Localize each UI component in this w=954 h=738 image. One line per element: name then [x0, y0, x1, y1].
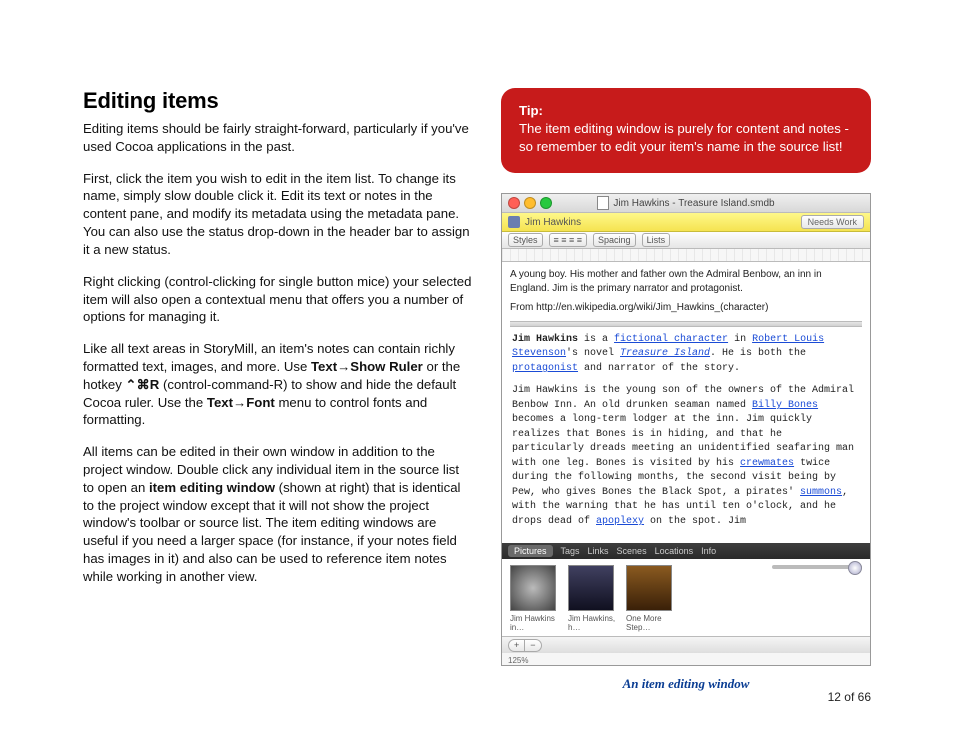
thumbnail-3[interactable]: One More Step… [626, 565, 674, 632]
add-button[interactable]: + [508, 639, 525, 652]
link-protagonist[interactable]: protagonist [512, 363, 578, 374]
thumbnail-zoom-slider[interactable] [772, 565, 862, 569]
content-area: A young boy. His mother and father own t… [502, 262, 870, 543]
paragraph-2: First, click the item you wish to edit i… [83, 170, 473, 259]
minimize-icon[interactable] [524, 197, 536, 209]
paragraph-3: Right clicking (control-clicking for sin… [83, 273, 473, 326]
paragraph-1: Editing items should be fairly straight-… [83, 120, 473, 156]
document-icon [597, 196, 609, 210]
character-icon [508, 216, 520, 228]
tab-locations[interactable]: Locations [655, 546, 694, 556]
add-remove-buttons: + − [508, 639, 542, 652]
notes-upper[interactable]: A young boy. His mother and father own t… [510, 268, 862, 321]
tab-pictures[interactable]: Pictures [508, 545, 553, 557]
tab-info[interactable]: Info [701, 546, 716, 556]
tab-tags[interactable]: Tags [561, 546, 580, 556]
text-ruler[interactable] [502, 249, 870, 262]
close-icon[interactable] [508, 197, 520, 209]
page-title: Editing items [83, 88, 473, 114]
zoom-level[interactable]: 125% [508, 656, 870, 665]
thumbnail-2[interactable]: Jim Hawkins, h… [568, 565, 616, 632]
spacing-control[interactable]: Spacing [593, 233, 636, 247]
zoom-icon[interactable] [540, 197, 552, 209]
thumbnail-1[interactable]: Jim Hawkins in… [510, 565, 558, 632]
right-column: Tip: The item editing window is purely f… [501, 88, 871, 692]
link-fictional-character[interactable]: fictional character [614, 334, 728, 345]
metadata-tabs: Pictures Tags Links Scenes Locations Inf… [502, 543, 870, 559]
notes-lower[interactable]: Jim Hawkins is a fictional character in … [510, 327, 862, 536]
image-icon [568, 565, 614, 611]
picture-thumbnails: Jim Hawkins in… Jim Hawkins, h… One More… [502, 559, 870, 636]
tip-title: Tip: [519, 102, 853, 120]
remove-button[interactable]: − [525, 639, 541, 652]
figure-caption: An item editing window [501, 676, 871, 692]
link-summons[interactable]: summons [800, 487, 842, 498]
link-apoplexy[interactable]: apoplexy [596, 516, 644, 527]
image-icon [626, 565, 672, 611]
page-number: 12 of 66 [828, 690, 871, 704]
link-treasure-island[interactable]: Treasure Island [620, 348, 710, 359]
paragraph-4: Like all text areas in StoryMill, an ite… [83, 340, 473, 429]
left-column: Editing items Editing items should be fa… [83, 88, 473, 692]
tab-links[interactable]: Links [588, 546, 609, 556]
formatting-toolbar: Styles ≡ ≡ ≡ ≡ Spacing Lists [502, 232, 870, 249]
lists-control[interactable]: Lists [642, 233, 671, 247]
status-dropdown[interactable]: Needs Work [801, 215, 864, 229]
paragraph-5: All items can be edited in their own win… [83, 443, 473, 586]
alignment-control[interactable]: ≡ ≡ ≡ ≡ [549, 233, 588, 247]
image-icon [510, 565, 556, 611]
item-editing-window-screenshot: Jim Hawkins - Treasure Island.smdb Jim H… [501, 193, 871, 666]
window-titlebar: Jim Hawkins - Treasure Island.smdb [502, 194, 870, 213]
window-traffic-lights [508, 197, 552, 209]
bottom-bar: + − [502, 636, 870, 653]
window-title: Jim Hawkins - Treasure Island.smdb [597, 196, 774, 210]
tab-scenes[interactable]: Scenes [617, 546, 647, 556]
styles-control[interactable]: Styles [508, 233, 543, 247]
link-billy-bones[interactable]: Billy Bones [752, 400, 818, 411]
item-name: Jim Hawkins [525, 217, 581, 228]
tip-box: Tip: The item editing window is purely f… [501, 88, 871, 173]
tip-body: The item editing window is purely for co… [519, 120, 853, 156]
link-crewmates[interactable]: crewmates [740, 458, 794, 469]
item-header-bar: Jim Hawkins Needs Work [502, 213, 870, 232]
